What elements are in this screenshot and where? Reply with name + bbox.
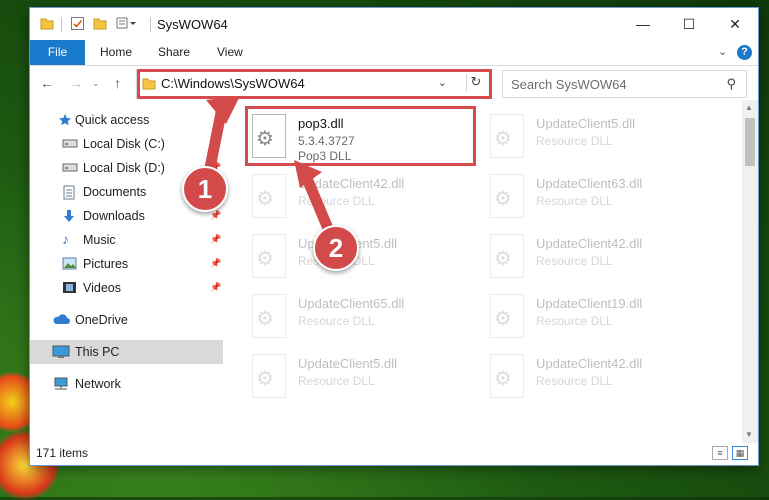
step-1-badge: 1 (182, 166, 228, 212)
step-2-badge: 2 (313, 225, 359, 271)
annotation-arrows (200, 96, 338, 244)
